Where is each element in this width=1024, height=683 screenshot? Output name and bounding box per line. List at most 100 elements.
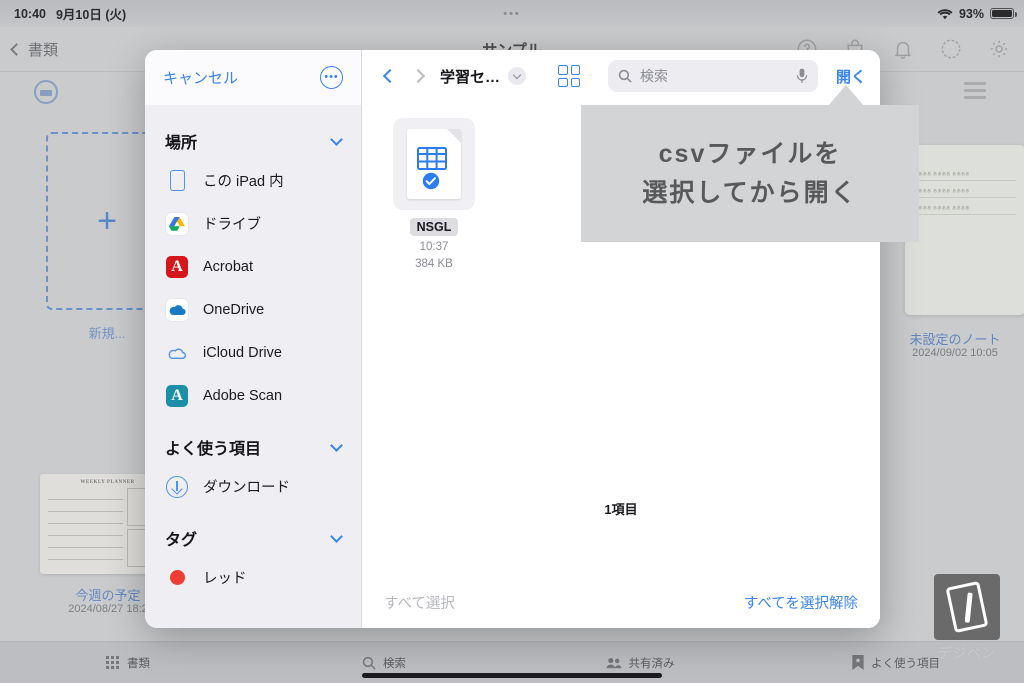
file-size: 384 KB: [415, 258, 453, 270]
list-view-icon[interactable]: [964, 82, 988, 100]
adobe-scan-icon: A: [165, 384, 189, 408]
search-icon: [618, 69, 632, 83]
file-picker-sidebar-header: キャンセル •••: [145, 50, 361, 105]
file-thumbnail[interactable]: [393, 118, 475, 210]
check-circle-icon[interactable]: [940, 38, 962, 60]
deselect-all-button[interactable]: すべてを選択解除: [744, 592, 858, 613]
sidebar-item-icloud-drive[interactable]: iCloud Drive: [145, 331, 361, 374]
icloud-drive-icon: [165, 341, 189, 365]
tab-search[interactable]: 検索: [256, 655, 512, 671]
note-date: 2024/09/02 10:05: [912, 347, 998, 359]
status-time: 10:40: [14, 6, 46, 21]
csv-spreadsheet-icon: [407, 129, 461, 199]
file-time: 10:37: [419, 241, 449, 253]
callout-line-2: 選択してから開く: [642, 178, 858, 207]
file-item-nsgl[interactable]: NSGL 10:37 384 KB: [388, 118, 480, 270]
check-circle-icon: [421, 171, 441, 191]
chevron-down-icon[interactable]: [330, 438, 343, 452]
cancel-button[interactable]: キャンセル: [163, 67, 238, 88]
folder-circle-icon[interactable]: [34, 80, 58, 104]
status-bar-right: 93%: [937, 6, 1017, 21]
open-button[interactable]: 開く: [836, 66, 866, 87]
sidebar-item-drive[interactable]: ドライブ: [145, 202, 361, 245]
tab-shared-label: 共有済み: [628, 657, 675, 670]
note-label: 未設定のノート: [909, 332, 1001, 347]
file-picker-toolbar: 学習セ… 検索 開く: [362, 50, 880, 102]
tab-favorites-label: よく使う項目: [871, 657, 940, 670]
sidebar-item-downloads[interactable]: ダウンロード: [145, 465, 361, 508]
search-icon: [362, 656, 376, 670]
acrobat-icon: A: [165, 255, 189, 279]
status-bar: 10:40 9月10日 (火) ••• 93%: [0, 0, 1024, 27]
ipad-icon: [165, 169, 189, 193]
bookmark-icon: [852, 655, 864, 670]
download-icon: [165, 475, 189, 499]
chevron-left-icon: [10, 42, 23, 56]
sidebar-item-tag-red[interactable]: レッド: [145, 556, 361, 599]
chevron-right-icon[interactable]: [404, 68, 432, 84]
file-name: NSGL: [388, 218, 480, 236]
tab-shared[interactable]: 共有済み: [512, 655, 768, 671]
battery-percent: 93%: [958, 6, 984, 21]
background-back-button[interactable]: 書類: [10, 39, 58, 60]
gear-icon[interactable]: [988, 38, 1010, 60]
select-all-button[interactable]: すべて選択: [384, 592, 455, 613]
file-name-text: NSGL: [409, 218, 459, 236]
google-drive-icon: [165, 212, 189, 236]
sidebar-item-this-ipad[interactable]: この iPad 内: [145, 159, 361, 202]
sidebar-item-adobe-scan[interactable]: A Adobe Scan: [145, 374, 361, 417]
breadcrumb[interactable]: 学習セ…: [440, 66, 527, 87]
sidebar-item-label: OneDrive: [203, 301, 265, 318]
sidebar-item-label: レッド: [203, 571, 247, 587]
note-thumb-text: ああああ ああああ ああああ: [914, 171, 970, 176]
sidebar-item-label: ドライブ: [203, 217, 261, 233]
microphone-icon: [796, 68, 808, 83]
file-picker-bottom-bar: すべて選択 すべてを選択解除: [362, 576, 880, 628]
note-thumb-text: ああああ ああああ ああああ: [914, 188, 970, 193]
ipad-screen: 書類 サンプル: [0, 0, 1024, 683]
callout-line-1: csvファイルを: [658, 139, 842, 168]
plus-icon: +: [97, 202, 117, 240]
red-tag-dot-icon: [165, 566, 189, 590]
chevron-down-circle-icon[interactable]: [508, 67, 527, 85]
planner-left-column: [48, 488, 124, 570]
sidebar-item-label: この iPad 内: [203, 174, 284, 190]
sidebar-section-title: よく使う項目: [165, 441, 262, 458]
note-thumb-text: ああああ ああああ ああああ: [914, 205, 970, 210]
people-icon: [605, 657, 622, 668]
item-count-label: 1項目: [604, 502, 638, 517]
tablet-pen-icon: [934, 574, 1000, 640]
status-date: 9月10日 (火): [55, 8, 127, 22]
breadcrumb-title: 学習セ…: [440, 68, 501, 86]
sidebar-section-title: 場所: [165, 135, 198, 152]
sidebar-item-onedrive[interactable]: OneDrive: [145, 288, 361, 331]
note-card[interactable]: ああああ ああああ ああああ ああああ ああああ ああああ ああああ ああああ …: [905, 145, 1024, 315]
sidebar-section-locations[interactable]: 場所: [145, 119, 361, 159]
sidebar-section-favorites[interactable]: よく使う項目: [145, 417, 361, 465]
sidebar-section-tags[interactable]: タグ: [145, 508, 361, 556]
sidebar-item-label: iCloud Drive: [203, 344, 282, 361]
sidebar-section-title: タグ: [165, 532, 198, 549]
onedrive-icon: [165, 298, 189, 322]
grid-view-icon[interactable]: [558, 65, 581, 87]
tab-favorites[interactable]: よく使う項目: [768, 655, 1024, 671]
tab-documents[interactable]: 書類: [0, 655, 256, 671]
sidebar-item-acrobat[interactable]: A Acrobat: [145, 245, 361, 288]
chevron-down-icon[interactable]: [330, 529, 343, 543]
status-bar-left: 10:40 9月10日 (火): [14, 4, 126, 23]
chevron-left-icon[interactable]: [376, 68, 404, 84]
search-input[interactable]: 検索: [608, 60, 818, 92]
bell-icon[interactable]: [892, 38, 914, 60]
tab-search-label: 検索: [383, 657, 406, 670]
ellipsis-circle-icon[interactable]: •••: [320, 66, 343, 89]
battery-icon: [990, 8, 1017, 19]
sidebar-item-label: Acrobat: [203, 258, 253, 275]
grid-icon: [106, 655, 119, 669]
status-center-dots: •••: [503, 7, 521, 20]
chevron-down-icon[interactable]: [330, 132, 343, 146]
file-picker-sidebar-body[interactable]: 場所 この iPad 内 ドライブ A Acrobat OneDrive iCl…: [145, 105, 361, 628]
home-indicator[interactable]: [362, 673, 662, 678]
wifi-icon: [937, 8, 953, 19]
sidebar-item-label: ダウンロード: [203, 480, 290, 496]
file-picker-sidebar: キャンセル ••• 場所 この iPad 内 ドライブ A Acrobat On…: [145, 50, 362, 628]
